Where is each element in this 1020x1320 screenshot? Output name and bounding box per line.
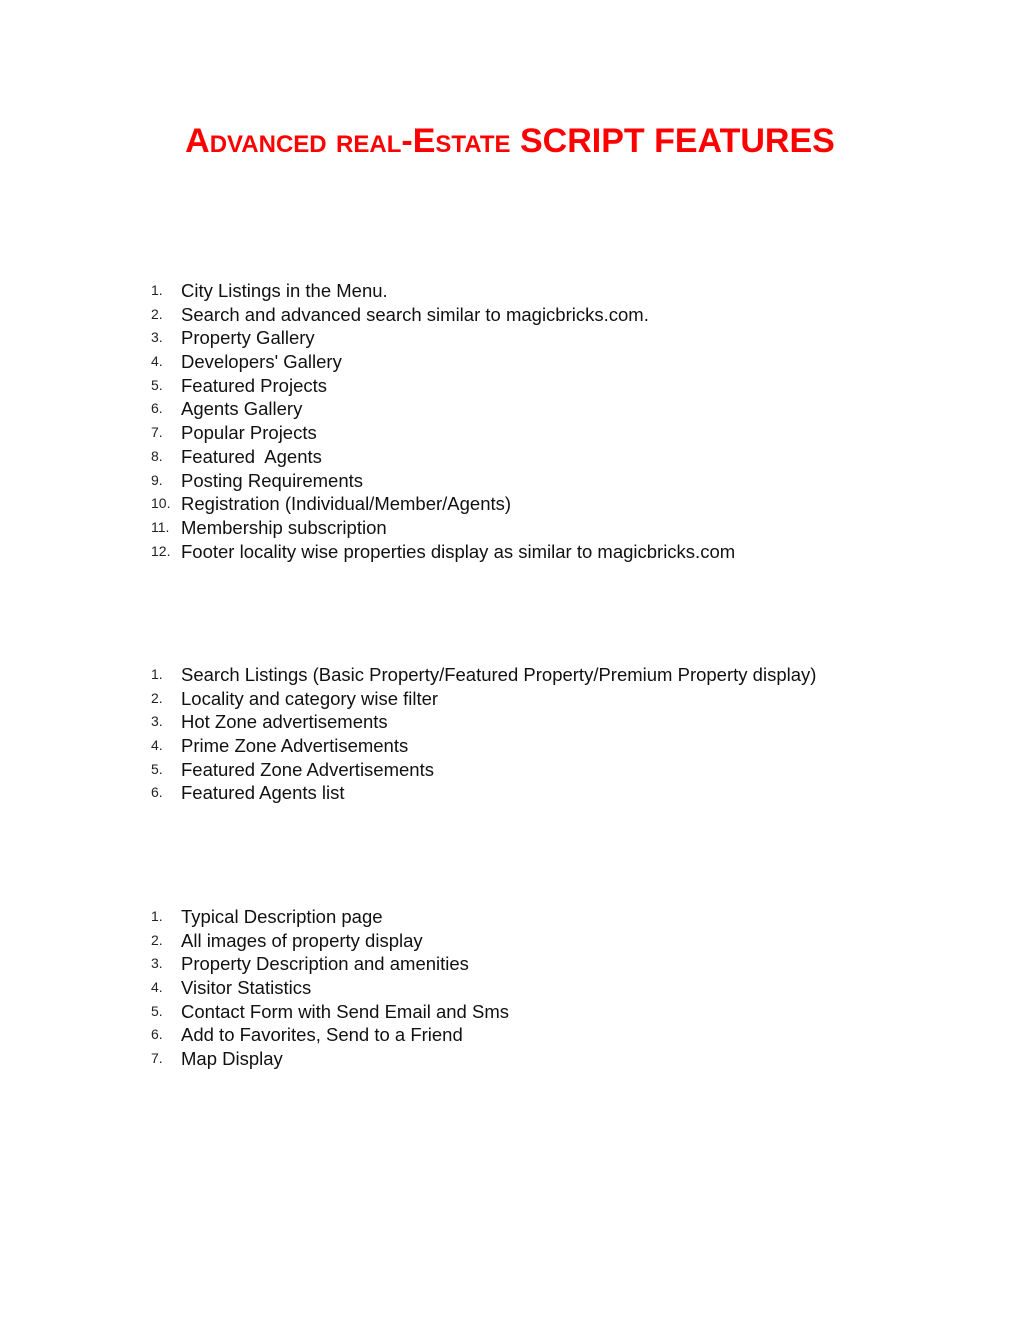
- list-item-text: Featured Agents list: [181, 782, 345, 804]
- list-item-number: 1.: [151, 666, 163, 682]
- list-item-text: Visitor Statistics: [181, 977, 312, 999]
- list-item-text: Map Display: [181, 1048, 283, 1070]
- list-item-text: Posting Requirements: [181, 469, 364, 491]
- list-item-number: 7.: [151, 424, 163, 441]
- title-advanced-real: dvanced real: [209, 122, 402, 160]
- list-item-number: 9.: [151, 471, 163, 488]
- list-item-text: Search Listings (Basic Property/Featured…: [181, 664, 817, 685]
- list-item-text: Property Gallery: [181, 327, 315, 349]
- list-item-number: 4.: [151, 737, 163, 754]
- list-item-text: Registration (Individual/Member/Agents): [181, 493, 512, 515]
- list-item-text: Add to Favorites, Send to a Friend: [181, 1024, 463, 1046]
- list-item-number: 3.: [151, 713, 163, 730]
- list-item-text: Typical Description page: [181, 906, 383, 927]
- title-script-features: SCRIPT FEATURES: [519, 122, 835, 160]
- list-item-number: 6.: [151, 784, 163, 801]
- list-item-number: 8.: [151, 447, 163, 464]
- list-item-text: Hot Zone advertisements: [181, 711, 388, 733]
- list-item-number: 5.: [151, 1002, 163, 1019]
- list-item-number: 3.: [151, 329, 163, 346]
- list-item-text: Contact Form with Send Email and Sms: [181, 1000, 509, 1022]
- list-item-number: 11.: [151, 518, 170, 535]
- list-item-text: Search and advanced search similar to ma…: [181, 303, 649, 325]
- list-item-text: Prime Zone Advertisements: [181, 735, 409, 757]
- list-item-text: Membership subscription: [181, 516, 387, 538]
- list-item-number: 12.: [151, 542, 171, 559]
- title-hyphen: -: [401, 122, 413, 160]
- list-item-text: Featured Agents: [181, 445, 322, 467]
- title-estate: state: [435, 122, 511, 160]
- title-initial-e: E: [412, 122, 436, 160]
- list-item-number: 5.: [151, 376, 163, 393]
- list-item-text: Popular Projects: [181, 422, 317, 444]
- title-initial-a: A: [185, 122, 210, 160]
- list-item-number: 10.: [151, 495, 171, 512]
- list-item-text: Agents Gallery: [181, 398, 303, 420]
- list-item-number: 6.: [151, 400, 163, 417]
- list-item-text: Property Description and amenities: [181, 953, 469, 975]
- list-item-number: 1.: [151, 282, 163, 298]
- list-item-number: 1.: [151, 908, 163, 924]
- list-item-text: Featured Projects: [181, 374, 328, 396]
- list-item-text: Developers' Gallery: [181, 351, 342, 373]
- page-title: Advanced real-Estate SCRIPT FEATURES: [0, 117, 1020, 165]
- list-item-text: Locality and category wise filter: [181, 687, 439, 709]
- list-item-text: All images of property display: [181, 929, 423, 951]
- list-item-number: 2.: [151, 931, 163, 948]
- list-item-text: City Listings in the Menu.: [181, 280, 388, 301]
- list-item-number: 5.: [151, 760, 163, 777]
- list-item-number: 6.: [151, 1026, 163, 1043]
- list-item-number: 7.: [151, 1050, 163, 1067]
- list-item-text: Featured Zone Advertisements: [181, 758, 434, 780]
- list-item-number: 3.: [151, 955, 163, 972]
- list-item-number: 4.: [151, 353, 163, 370]
- list-item-number: 2.: [151, 305, 163, 322]
- list-item-number: 2.: [151, 689, 163, 706]
- list-item-text: Footer locality wise properties display …: [181, 540, 736, 562]
- list-item-number: 4.: [151, 979, 163, 996]
